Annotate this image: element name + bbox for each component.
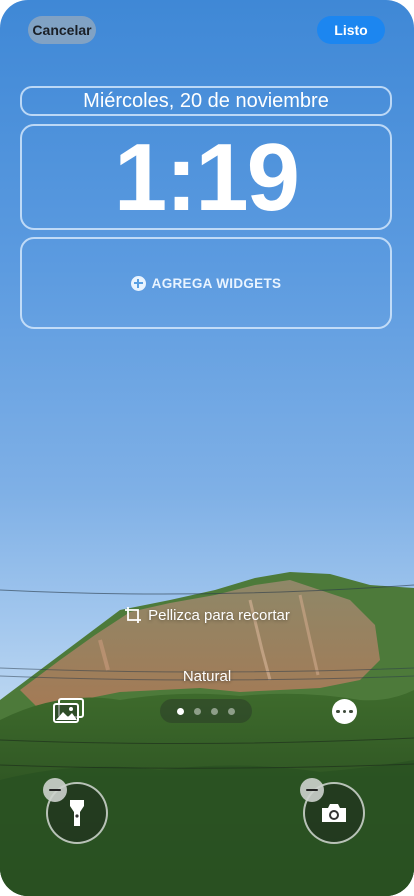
page-dot[interactable] <box>211 707 218 715</box>
done-button[interactable]: Listo <box>317 16 385 44</box>
add-widgets-slot[interactable]: AGREGA WIDGETS <box>20 237 392 329</box>
camera-icon <box>322 804 346 822</box>
filter-name: Natural <box>182 668 232 685</box>
photos-icon[interactable] <box>53 698 85 724</box>
page-dot[interactable] <box>177 707 184 715</box>
cancel-button[interactable]: Cancelar <box>28 16 96 44</box>
remove-camera-button[interactable] <box>300 778 324 802</box>
filter-page-indicator[interactable] <box>160 699 252 723</box>
crop-icon <box>125 607 142 623</box>
page-dot[interactable] <box>194 707 201 715</box>
remove-flashlight-button[interactable] <box>43 778 67 802</box>
page-dot[interactable] <box>228 707 235 715</box>
plus-circle-icon <box>130 275 146 291</box>
clock-time: 1:19 <box>113 124 300 231</box>
clock-slot[interactable]: 1:19 <box>20 124 392 230</box>
flashlight-icon <box>70 800 84 826</box>
date-widget-slot[interactable]: Miércoles, 20 de noviembre <box>20 86 392 116</box>
add-widgets-label: AGREGA WIDGETS <box>151 275 282 291</box>
more-options-icon[interactable] <box>332 699 357 724</box>
lockscreen-editor: Cancelar Listo Miércoles, 20 de noviembr… <box>0 0 414 896</box>
pinch-hint-label: Pellizca para recortar <box>148 606 290 624</box>
pinch-to-crop-hint: Pellizca para recortar <box>0 606 414 624</box>
date-label: Miércoles, 20 de noviembre <box>83 89 329 112</box>
